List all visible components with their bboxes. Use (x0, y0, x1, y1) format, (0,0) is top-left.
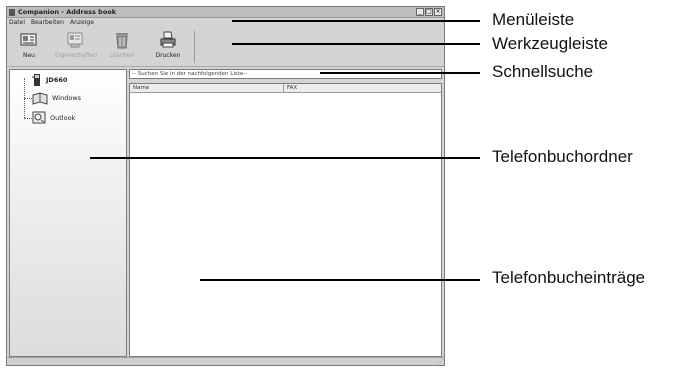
new-button[interactable]: Neu (9, 31, 49, 63)
status-bar: ⋰ (7, 357, 444, 365)
delete-button-label: Löschen (109, 52, 135, 59)
callout-search: Schnellsuche (492, 62, 594, 81)
tree-node-jd660[interactable]: JD660 (32, 74, 67, 86)
window-controls: _ □ × (416, 8, 442, 16)
callout-menubar: Menüleiste (492, 10, 575, 29)
callout-folders: Telefonbuchordner (492, 147, 633, 166)
menu-edit[interactable]: Bearbeiten (31, 18, 64, 27)
callout-toolbar: Werkzeugleiste (492, 34, 608, 53)
new-button-label: Neu (23, 52, 35, 59)
column-header-fax[interactable]: FAX (284, 84, 297, 92)
column-header-name[interactable]: Name (130, 84, 284, 92)
title-bar[interactable]: Companion - Address book _ □ × (7, 7, 444, 18)
properties-button-label: Eigenschaften (55, 52, 98, 59)
properties-icon (67, 32, 83, 48)
list-header: Name FAX (130, 84, 441, 93)
outlook-icon (32, 111, 46, 124)
address-book-icon (32, 92, 48, 105)
quick-search-input[interactable]: -- Suchen Sie in der nachfolgenden Liste… (129, 69, 442, 79)
tree-node-windows[interactable]: Windows (32, 91, 81, 105)
resize-grip-icon[interactable]: ⋰ (437, 358, 443, 365)
phonebook-folder-tree[interactable]: JD660 Windows Outlook (9, 69, 127, 357)
menu-view[interactable]: Anzeige (70, 18, 94, 27)
print-button-label: Drucken (155, 52, 181, 59)
callout-line-folders (90, 157, 480, 159)
tree-node-label: Windows (52, 94, 82, 102)
maximize-button[interactable]: □ (425, 8, 433, 16)
properties-button[interactable]: Eigenschaften (55, 31, 98, 63)
main-panel: -- Suchen Sie in der nachfolgenden Liste… (129, 69, 442, 357)
callout-entries: Telefonbucheinträge (492, 268, 646, 287)
callout-line-menubar (232, 20, 480, 22)
window-title: Companion - Address book (18, 8, 117, 16)
callout-line-toolbar (232, 43, 480, 45)
app-icon (9, 9, 15, 16)
close-button[interactable]: × (434, 8, 442, 16)
menu-file[interactable]: Datei (9, 18, 25, 27)
minimize-button[interactable]: _ (416, 8, 424, 16)
tree-node-label: Outlook (50, 113, 76, 122)
phonebook-entries-list[interactable]: Name FAX (129, 83, 442, 357)
print-button[interactable]: Drucken (148, 31, 188, 63)
address-book-window: Companion - Address book _ □ × Datei Bea… (6, 6, 445, 366)
phone-device-icon (32, 74, 40, 86)
delete-button[interactable]: Löschen (102, 31, 142, 63)
tree-node-outlook[interactable]: Outlook (32, 111, 75, 124)
callout-line-search (320, 72, 480, 74)
trash-icon (116, 33, 128, 49)
new-contact-icon (20, 33, 37, 46)
tree-node-label: JD660 (46, 76, 68, 84)
printer-icon (160, 31, 176, 48)
toolbar-separator (194, 31, 195, 63)
callout-line-entries (200, 279, 480, 281)
toolbar: Neu Eigenschaften Löschen Drucken (7, 27, 444, 67)
